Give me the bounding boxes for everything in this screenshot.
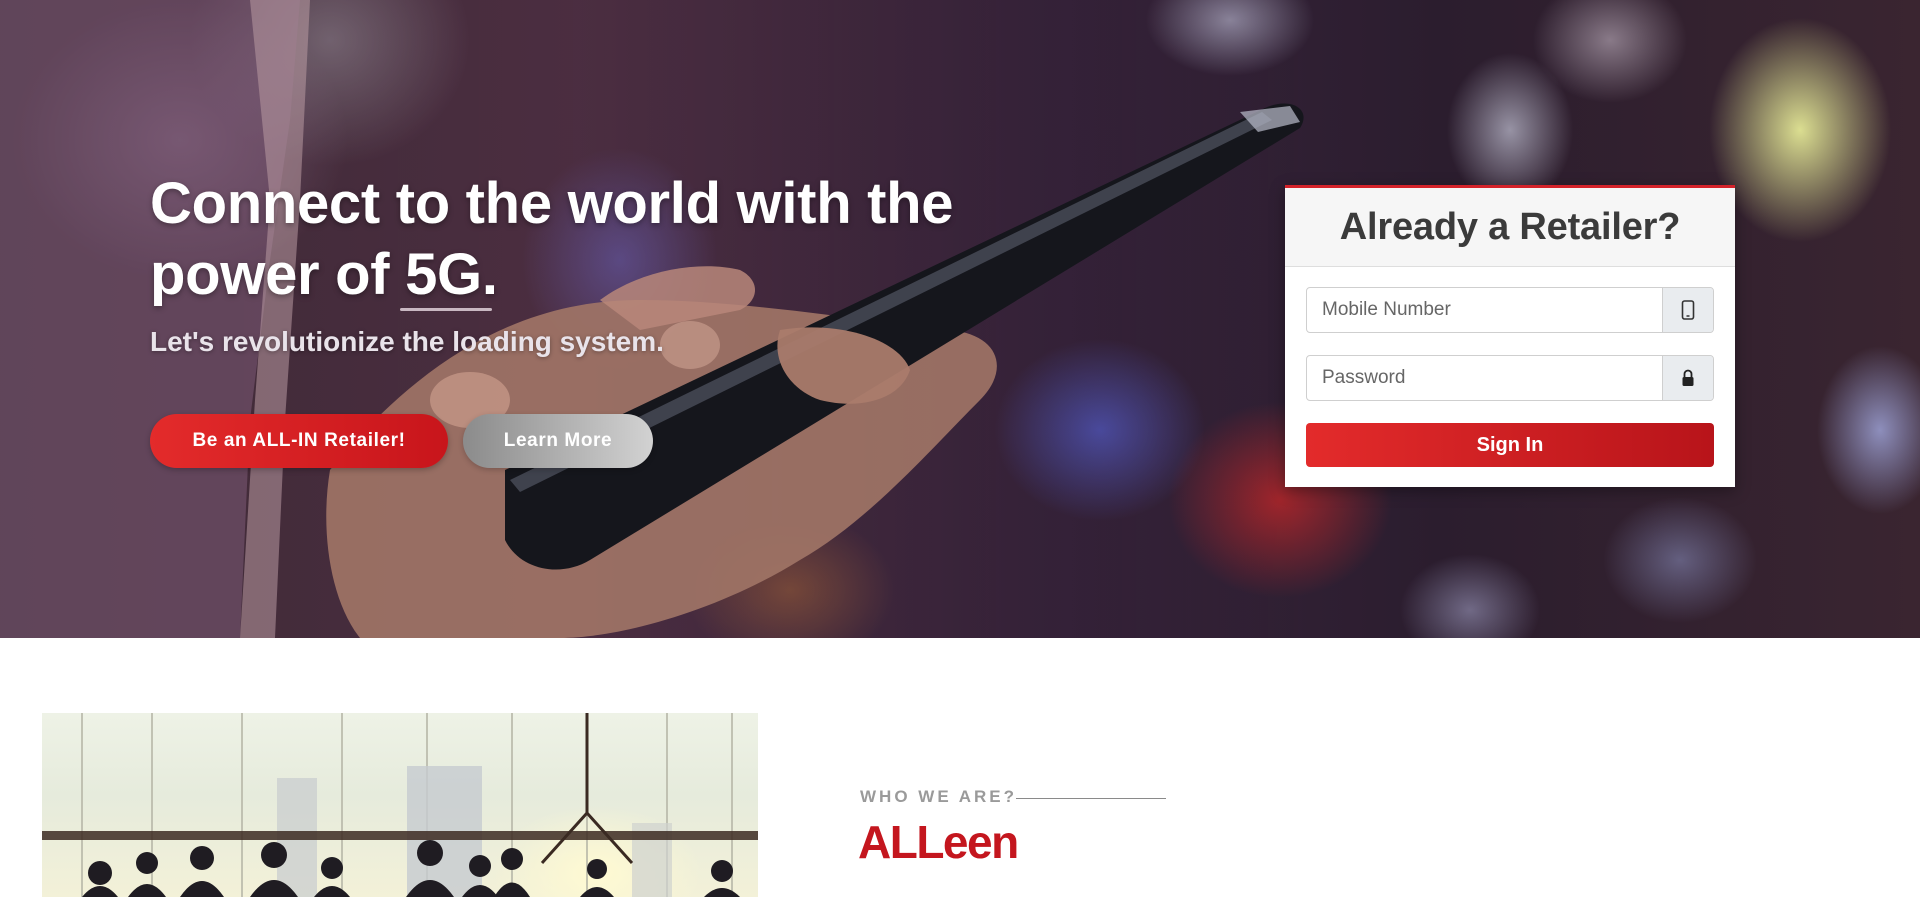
mobile-number-field (1306, 287, 1714, 333)
login-card-header: Already a Retailer? (1285, 188, 1735, 267)
be-retailer-button[interactable]: Be an ALL-IN Retailer! (150, 414, 448, 468)
team-meeting-photo (42, 713, 758, 897)
brand-name: ALLeen (858, 816, 1019, 868)
login-card: Already a Retailer? Sign In (1285, 185, 1735, 487)
hero-title: Connect to the world with the power of 5… (150, 171, 954, 307)
learn-more-button[interactable]: Learn More (463, 414, 653, 468)
mobile-number-input[interactable] (1307, 288, 1662, 332)
title-underline (400, 308, 492, 311)
password-input[interactable] (1307, 356, 1662, 400)
password-field (1306, 355, 1714, 401)
who-we-are-label: WHO WE ARE? (860, 787, 1018, 806)
sign-in-button[interactable]: Sign In (1306, 423, 1714, 467)
who-we-are-divider (1016, 798, 1166, 799)
login-title: Already a Retailer? (1339, 205, 1681, 248)
lock-icon (1662, 356, 1713, 400)
hero-subtitle: Let's revolutionize the loading system. (150, 326, 664, 357)
hero-section: Connect to the world with the power of 5… (0, 0, 1920, 638)
mobile-phone-icon (1662, 288, 1713, 332)
